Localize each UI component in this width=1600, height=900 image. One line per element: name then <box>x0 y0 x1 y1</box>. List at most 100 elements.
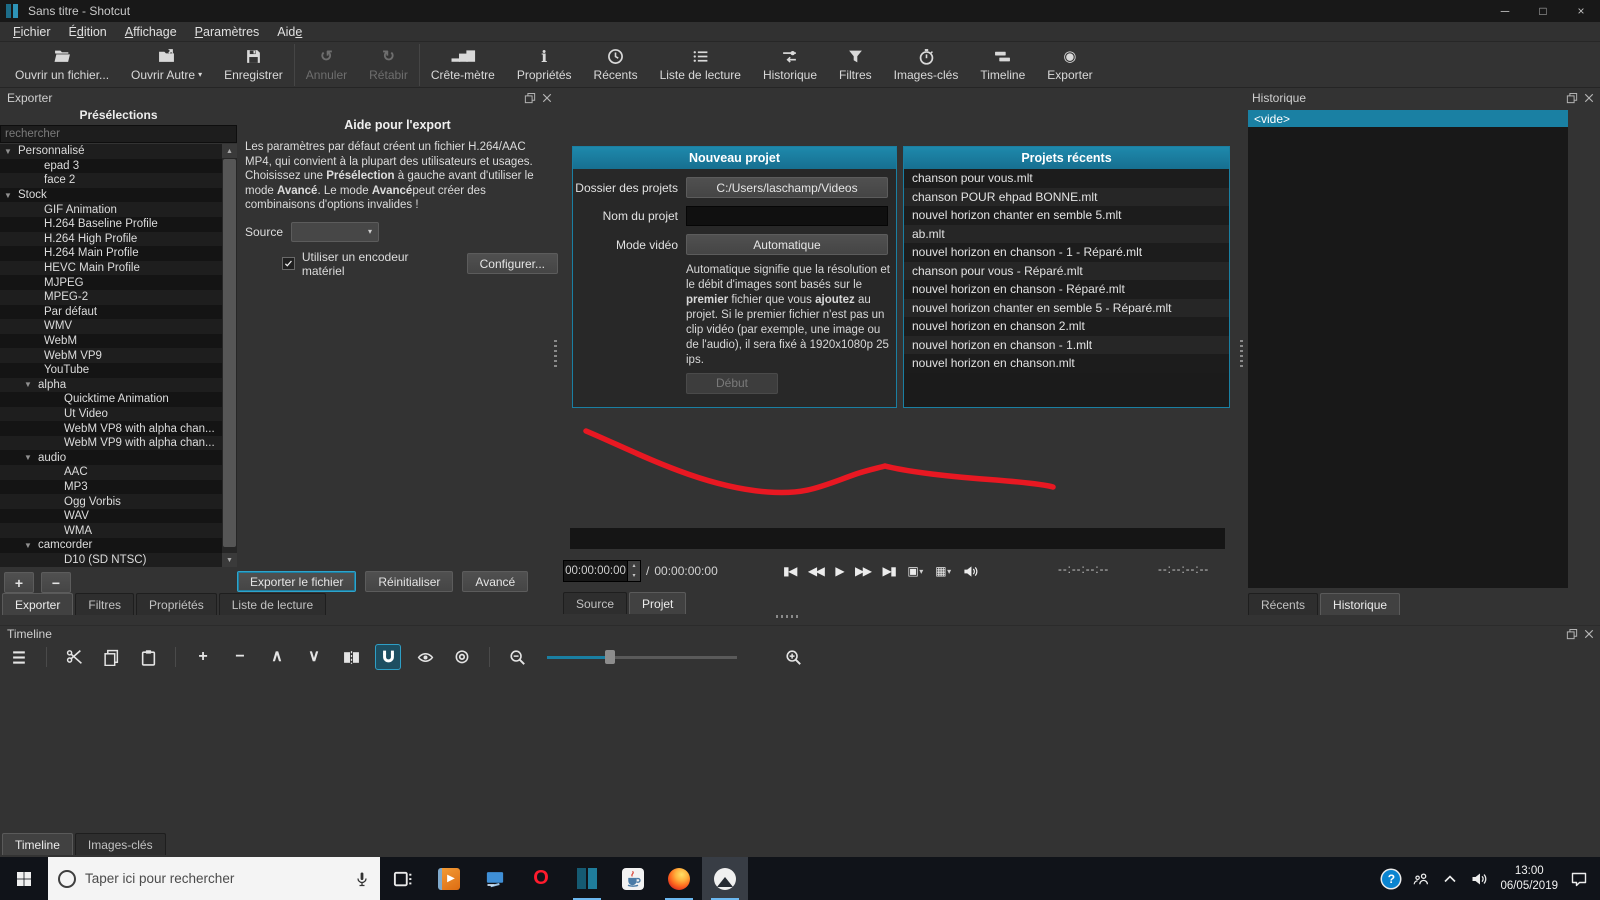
preset-row[interactable]: face 2 <box>0 173 222 188</box>
recent-project-row[interactable]: ab.mlt <box>904 224 1229 243</box>
taskbar-task-view-icon[interactable] <box>380 857 426 900</box>
close-icon[interactable]: × <box>1562 0 1600 22</box>
toolbar-filters-button[interactable]: Filtres <box>828 44 883 86</box>
preset-row[interactable]: AAC <box>0 465 222 480</box>
preset-row[interactable]: WMA <box>0 523 222 539</box>
scrollbar-thumb[interactable] <box>223 159 236 547</box>
tab-proprietes[interactable]: Propriétés <box>136 593 217 615</box>
rewind-button[interactable]: ◀◀ <box>805 560 826 582</box>
recent-project-row[interactable]: nouvel horizon en chanson - 1 - Réparé.m… <box>904 243 1229 262</box>
timeline-copy-button[interactable] <box>98 644 124 670</box>
timeline-zoom-slider[interactable] <box>547 647 737 667</box>
taskbar-search[interactable]: Taper ici pour rechercher <box>48 857 380 900</box>
preset-row[interactable]: MP3 <box>0 479 222 495</box>
preset-row[interactable]: WebM VP8 with alpha chan... <box>0 421 222 436</box>
play-button[interactable]: ▶ <box>832 560 846 582</box>
preset-row[interactable]: MPEG-2 <box>0 289 222 305</box>
preset-row[interactable]: ▼ alpha <box>0 377 222 393</box>
people-icon[interactable] <box>1413 871 1429 887</box>
preset-row[interactable]: ▼ Personnalisé <box>0 144 222 159</box>
timeline-lift-button[interactable]: ∧ <box>264 644 290 670</box>
preset-row[interactable]: H.264 Baseline Profile <box>0 216 222 232</box>
preset-row[interactable]: H.264 Main Profile <box>0 246 222 261</box>
configure-button[interactable]: Configurer... <box>466 253 558 275</box>
menu-parametres[interactable]: Paramètres <box>186 25 269 39</box>
timeline-append-button[interactable]: + <box>190 644 216 670</box>
start-button[interactable]: Début <box>686 372 778 394</box>
preset-row[interactable]: Ogg Vorbis <box>0 494 222 509</box>
scroll-up-icon[interactable]: ▲ <box>222 144 237 158</box>
timeline-split-button[interactable] <box>338 644 364 670</box>
taskbar-photos-icon[interactable] <box>702 857 748 900</box>
history-item[interactable]: <vide> <box>1248 110 1568 127</box>
tab-historique[interactable]: Historique <box>1320 593 1401 615</box>
float-panel-icon[interactable] <box>524 92 536 104</box>
slider-handle[interactable] <box>605 650 615 664</box>
grid-button[interactable]: ▦ ▾ <box>932 560 954 582</box>
tab-timeline[interactable]: Timeline <box>2 833 73 855</box>
preset-row[interactable]: Quicktime Animation <box>0 392 222 407</box>
preset-row[interactable]: GIF Animation <box>0 202 222 217</box>
timeline-zoom-in-button[interactable] <box>780 644 806 670</box>
timeline-ripple-delete-button[interactable]: − <box>227 644 253 670</box>
preset-row[interactable]: MJPEG <box>0 275 222 290</box>
taskbar-opera-icon[interactable]: O <box>518 857 564 900</box>
tab-liste-de-lecture[interactable]: Liste de lecture <box>218 593 327 615</box>
preset-row[interactable]: H.264 High Profile <box>0 231 222 247</box>
preset-row[interactable]: epad 3 <box>0 158 222 174</box>
presets-search-input[interactable] <box>0 125 237 143</box>
start-button[interactable] <box>0 857 48 900</box>
timeline-menu-button[interactable] <box>6 644 32 670</box>
recent-project-row[interactable]: nouvel horizon en chanson 2.mlt <box>904 317 1229 336</box>
add-preset-button[interactable]: + <box>4 572 34 593</box>
taskbar-wmp-icon[interactable]: ▶ <box>426 857 472 900</box>
spin-down-icon[interactable]: ▾ <box>628 571 640 581</box>
close-panel-icon[interactable] <box>1583 92 1595 104</box>
recent-project-row[interactable]: nouvel horizon en chanson - 1.mlt <box>904 335 1229 354</box>
seek-bar[interactable] <box>570 528 1225 549</box>
float-panel-icon[interactable] <box>1566 92 1578 104</box>
toolbar-history-button[interactable]: Historique <box>752 44 828 86</box>
timeline-ripple-button[interactable]: ◎ <box>449 644 475 670</box>
taskbar-clock[interactable]: 13:00 06/05/2019 <box>1500 864 1558 893</box>
toolbar-recent-button[interactable]: Récents <box>583 44 649 86</box>
close-panel-icon[interactable] <box>1583 628 1595 640</box>
close-panel-icon[interactable] <box>541 92 553 104</box>
timeline-zoom-out-button[interactable] <box>504 644 530 670</box>
recent-project-row[interactable]: chanson pour vous - Réparé.mlt <box>904 261 1229 280</box>
toolbar-playlist-button[interactable]: Liste de lecture <box>649 44 752 86</box>
tab-filtres[interactable]: Filtres <box>75 593 135 615</box>
remove-preset-button[interactable]: − <box>41 572 71 593</box>
tab-source[interactable]: Source <box>563 592 628 614</box>
project-name-input[interactable] <box>686 206 888 226</box>
recent-project-row[interactable]: nouvel horizon en chanson.mlt <box>904 354 1229 373</box>
volume-button[interactable] <box>960 560 981 582</box>
export-file-button[interactable]: Exporter le fichier <box>237 571 357 592</box>
taskbar-shotcut-icon[interactable] <box>564 857 610 900</box>
timeline-overwrite-button[interactable]: ∨ <box>301 644 327 670</box>
toolbar-save-button[interactable]: Enregistrer <box>213 44 294 86</box>
help-tray-icon[interactable]: ? <box>1382 869 1401 888</box>
float-panel-icon[interactable] <box>1566 628 1578 640</box>
taskbar-pc-icon[interactable] <box>472 857 518 900</box>
skip-end-button[interactable]: ▶▮ <box>880 560 899 582</box>
preset-row[interactable]: ▼ Stock <box>0 187 222 203</box>
action-center-icon[interactable] <box>1571 871 1587 887</box>
chevron-up-icon[interactable] <box>1442 871 1458 887</box>
recent-project-row[interactable]: nouvel horizon chanter en semble 5 - Rép… <box>904 298 1229 317</box>
timeline-paste-button[interactable] <box>135 644 161 670</box>
fast-forward-button[interactable]: ▶▶ <box>852 560 873 582</box>
recent-project-row[interactable]: chanson pour vous.mlt <box>904 169 1229 188</box>
taskbar-java-icon[interactable] <box>610 857 656 900</box>
mic-icon[interactable] <box>354 871 370 887</box>
menu-fichier[interactable]: Fichier <box>4 25 60 39</box>
menu-affichage[interactable]: Affichage <box>116 25 186 39</box>
projects-folder-button[interactable]: C:/Users/laschamp/Videos <box>686 177 888 198</box>
tab-exporter[interactable]: Exporter <box>2 593 74 615</box>
advanced-button[interactable]: Avancé <box>462 571 529 592</box>
toolbar-properties-button[interactable]: i Propriétés <box>506 44 583 86</box>
tab-images-cles[interactable]: Images-clés <box>74 833 166 855</box>
skip-start-button[interactable]: ▮◀ <box>780 560 799 582</box>
splitter-handle[interactable] <box>1240 340 1243 368</box>
video-mode-button[interactable]: Automatique <box>686 234 888 255</box>
